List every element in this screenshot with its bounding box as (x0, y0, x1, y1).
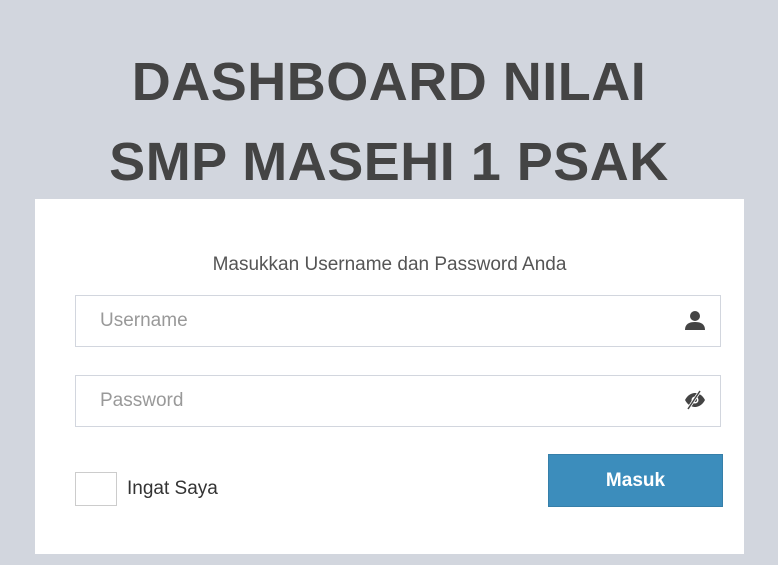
username-field[interactable] (75, 295, 721, 347)
password-input[interactable] (76, 376, 666, 426)
login-message: Masukkan Username dan Password Anda (212, 254, 567, 275)
username-input[interactable] (76, 296, 666, 346)
remember-label: Ingat Saya (127, 478, 218, 499)
login-box: Masukkan Username dan Password Anda Inga… (35, 199, 744, 554)
eye-slash-icon (684, 389, 706, 411)
password-field[interactable] (75, 375, 721, 427)
page-title: DASHBOARD NILAI SMP MASEHI 1 PSAK (0, 42, 778, 202)
page-title-line-2: SMP MASEHI 1 PSAK (109, 132, 669, 193)
remember-checkbox[interactable] (75, 472, 117, 506)
page-title-line-1: DASHBOARD NILAI (131, 52, 647, 113)
user-icon (684, 309, 706, 331)
login-button[interactable]: Masuk (548, 454, 723, 507)
